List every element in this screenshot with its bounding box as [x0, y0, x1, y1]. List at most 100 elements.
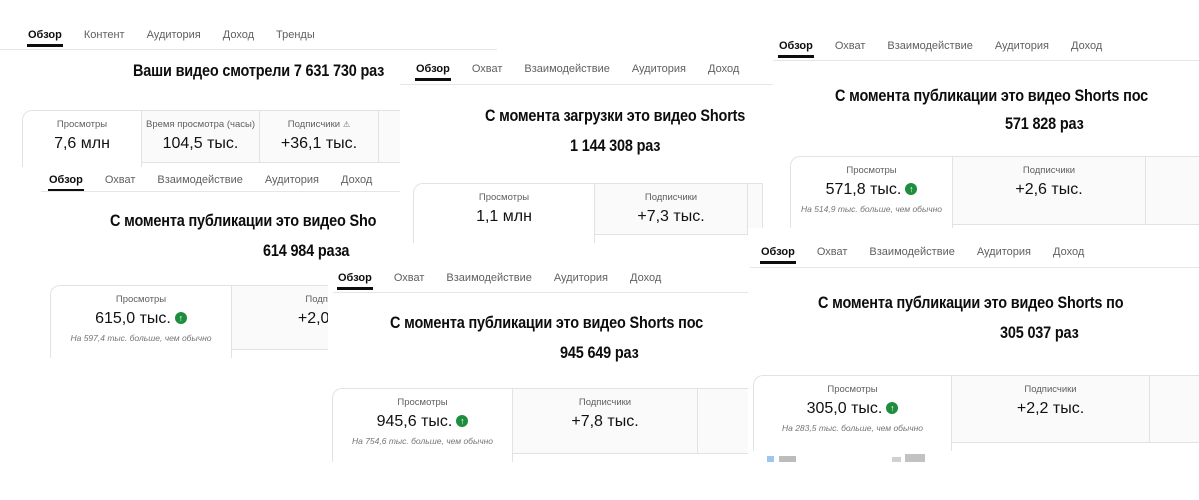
- headline-views-line2: 945 649 раз: [560, 342, 639, 364]
- tab-engagement[interactable]: Взаимодействие: [868, 246, 955, 264]
- metric-value: 7,6 млн: [23, 135, 141, 153]
- metric-value: +2,2 тыс.: [952, 400, 1149, 418]
- metric-value: +7,8 тыс.: [513, 413, 697, 431]
- tab-overview[interactable]: Обзор: [778, 40, 814, 58]
- metric-chip-subscribers[interactable]: Подписчики +2,2 тыс.: [952, 375, 1150, 443]
- tab-reach[interactable]: Охват: [834, 40, 867, 58]
- tabbar-divider: [773, 60, 1199, 61]
- tab-overview[interactable]: Обзор: [48, 174, 84, 192]
- metric-chip-subscribers[interactable]: Подписчики +7,8 тыс.: [513, 388, 698, 454]
- trend-up-icon: ↑: [456, 415, 468, 427]
- headline-views-line1: С момента загрузки это видео Shorts: [485, 105, 745, 127]
- headline-views-line1: С момента публикации это видео Shorts по…: [835, 85, 1148, 107]
- clipped-legend-fragment: [779, 456, 796, 462]
- tab-engagement[interactable]: Взаимодействие: [445, 272, 532, 290]
- tab-reach[interactable]: Охват: [104, 174, 137, 192]
- metric-chip-subscribers[interactable]: Подписчики +2,6 тыс.: [953, 156, 1146, 225]
- tab-engagement[interactable]: Взаимодействие: [523, 63, 610, 81]
- metric-note: На 514,9 тыс. больше, чем обычно: [791, 204, 952, 214]
- tab-engagement[interactable]: Взаимодействие: [156, 174, 243, 192]
- metric-label: Просмотры: [51, 294, 231, 305]
- tab-revenue[interactable]: Доход: [629, 272, 662, 290]
- metric-label: Подписчики: [595, 192, 747, 203]
- tab-audience[interactable]: Аудитория: [976, 246, 1032, 264]
- analytics-collage: Обзор Контент Аудитория Доход Тренды Ваш…: [0, 0, 1199, 500]
- metric-chip-clipped[interactable]: [1146, 156, 1199, 225]
- metric-chip-views[interactable]: Просмотры 615,0 тыс.↑ На 597,4 тыс. боль…: [50, 285, 232, 358]
- metric-chip-subscribers[interactable]: Подписчики⚠ +36,1 тыс.: [260, 110, 379, 163]
- tab-revenue[interactable]: Доход: [340, 174, 373, 192]
- metric-chip-views[interactable]: Просмотры 7,6 млн: [22, 110, 142, 167]
- tab-overview[interactable]: Обзор: [415, 63, 451, 81]
- headline-views-line1: С момента публикации это видео Shorts по: [818, 292, 1123, 314]
- tab-bar: Обзор Охват Взаимодействие Аудитория Дох…: [760, 246, 1085, 264]
- tabbar-divider: [400, 84, 775, 85]
- warning-icon: ⚠: [343, 120, 350, 129]
- tab-bar: Обзор Охват Взаимодействие Аудитория Дох…: [337, 272, 662, 290]
- metric-value: 615,0 тыс.↑: [51, 310, 231, 328]
- metric-label: Просмотры: [791, 165, 952, 176]
- tab-revenue[interactable]: Доход: [707, 63, 740, 81]
- clipped-legend-color-swatch: [767, 456, 774, 462]
- tab-bar: Обзор Охват Взаимодействие Аудитория Дох…: [48, 174, 373, 192]
- metrics-card: Просмотры 305,0 тыс.↑ На 283,5 тыс. боль…: [753, 375, 1199, 451]
- metric-label: Подписчики: [953, 165, 1145, 176]
- tabbar-divider: [41, 191, 410, 192]
- tab-audience[interactable]: Аудитория: [264, 174, 320, 192]
- metric-chip-subscribers[interactable]: Подписчики +7,3 тыс.: [595, 183, 748, 235]
- tab-revenue[interactable]: Доход: [1052, 246, 1085, 264]
- trend-up-icon: ↑: [886, 402, 898, 414]
- metric-note: На 754,6 тыс. больше, чем обычно: [333, 436, 512, 446]
- metric-value: 1,1 млн: [414, 208, 594, 226]
- tab-audience[interactable]: Аудитория: [994, 40, 1050, 58]
- tab-overview[interactable]: Обзор: [27, 29, 63, 47]
- tab-reach[interactable]: Охват: [471, 63, 504, 81]
- trend-up-icon: ↑: [905, 183, 917, 195]
- tab-reach[interactable]: Охват: [816, 246, 849, 264]
- metric-chip-views[interactable]: Просмотры 305,0 тыс.↑ На 283,5 тыс. боль…: [753, 375, 952, 451]
- tab-trends[interactable]: Тренды: [275, 29, 316, 47]
- metric-label: Просмотры: [754, 384, 951, 395]
- metric-chip-views[interactable]: Просмотры 571,8 тыс.↑ На 514,9 тыс. боль…: [790, 156, 953, 228]
- metric-value: +36,1 тыс.: [260, 135, 378, 153]
- metric-value: 571,8 тыс.↑: [791, 181, 952, 199]
- metric-chip-clipped[interactable]: [1150, 375, 1199, 443]
- tab-revenue[interactable]: Доход: [1070, 40, 1103, 58]
- metric-value: 305,0 тыс.↑: [754, 400, 951, 418]
- metric-value: 104,5 тыс.: [142, 135, 259, 153]
- metric-chip-views[interactable]: Просмотры 1,1 млн: [413, 183, 595, 243]
- headline-views-line2: 571 828 раз: [1005, 113, 1084, 135]
- tab-bar: Обзор Охват Взаимодействие Аудитория Дох…: [415, 63, 740, 81]
- metrics-card: Просмотры 1,1 млн Подписчики +7,3 тыс.: [413, 183, 763, 243]
- metric-note: На 597,4 тыс. больше, чем обычно: [51, 333, 231, 343]
- tab-content[interactable]: Контент: [83, 29, 126, 47]
- tab-revenue[interactable]: Доход: [222, 29, 255, 47]
- tab-audience[interactable]: Аудитория: [553, 272, 609, 290]
- tab-audience[interactable]: Аудитория: [146, 29, 202, 47]
- metric-value: 945,6 тыс.↑: [333, 413, 512, 431]
- metric-label: Подписчики⚠: [260, 119, 378, 130]
- trend-up-icon: ↑: [175, 312, 187, 324]
- metric-label: Время просмотра (часы): [142, 119, 259, 130]
- metric-chip-views[interactable]: Просмотры 945,6 тыс.↑ На 754,6 тыс. боль…: [332, 388, 513, 462]
- tabbar-divider: [750, 267, 1199, 268]
- headline-views-line1: С момента публикации это видео Shorts по…: [390, 312, 703, 334]
- headline-total-views: Ваши видео смотрели 7 631 730 раз: [133, 60, 384, 82]
- tab-overview[interactable]: Обзор: [760, 246, 796, 264]
- tab-bar: Обзор Контент Аудитория Доход Тренды: [27, 29, 316, 47]
- metric-value: +2,6 тыс.: [953, 181, 1145, 199]
- panel-shorts-overview: Обзор Охват Взаимодействие Аудитория Дох…: [773, 28, 1199, 228]
- tab-overview[interactable]: Обзор: [337, 272, 373, 290]
- metric-value: +7,3 тыс.: [595, 208, 747, 226]
- tab-engagement[interactable]: Взаимодействие: [886, 40, 973, 58]
- metric-chip-watch-time[interactable]: Время просмотра (часы) 104,5 тыс.: [142, 110, 260, 163]
- tab-bar: Обзор Охват Взаимодействие Аудитория Дох…: [778, 40, 1103, 58]
- metric-label: Подписчики: [513, 397, 697, 408]
- metric-label: Просмотры: [333, 397, 512, 408]
- tab-reach[interactable]: Охват: [393, 272, 426, 290]
- metric-label: Просмотры: [23, 119, 141, 130]
- metric-label: Подписчики: [952, 384, 1149, 395]
- headline-views-line2: 614 984 раза: [263, 240, 349, 262]
- tab-audience[interactable]: Аудитория: [631, 63, 687, 81]
- clipped-legend-fragment: [892, 457, 901, 462]
